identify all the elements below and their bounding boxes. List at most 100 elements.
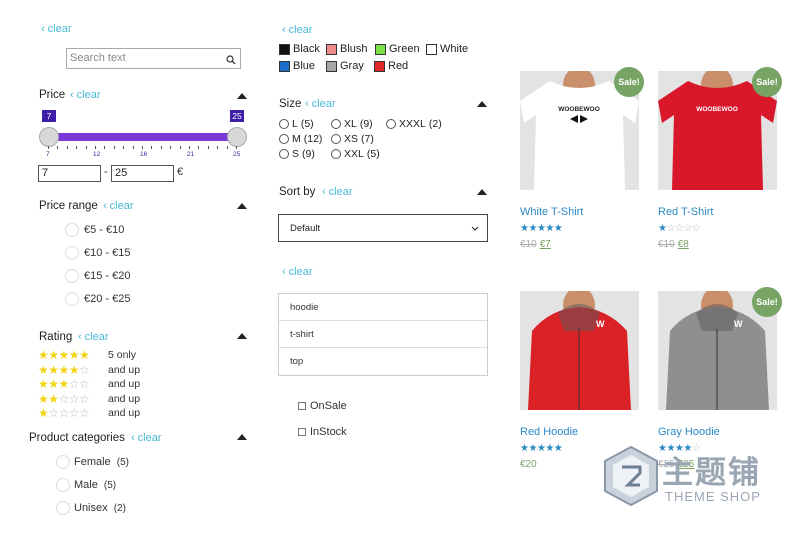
price-range-radio[interactable] — [65, 223, 79, 237]
size-radio[interactable] — [331, 119, 341, 129]
product-name-link[interactable]: Red T-Shirt — [658, 206, 713, 218]
rating-stars[interactable]: ★★★★☆ — [38, 364, 90, 376]
size-label[interactable]: L (5) — [292, 118, 314, 130]
rating-label[interactable]: 5 only — [108, 349, 136, 361]
price-range-label[interactable]: €10 - €15 — [84, 247, 130, 259]
rating-stars[interactable]: ★★★☆☆ — [38, 378, 90, 390]
product-rating: ★☆☆☆☆ — [658, 223, 701, 234]
price-range-label[interactable]: €20 - €25 — [84, 293, 130, 305]
size-label[interactable]: S (9) — [292, 148, 315, 160]
category-radio[interactable] — [56, 478, 70, 492]
rating-stars[interactable]: ★★★★★ — [38, 348, 90, 362]
rating-label[interactable]: and up — [108, 364, 140, 376]
color-swatch[interactable] — [326, 44, 337, 55]
category-label[interactable]: Male (5) — [74, 479, 116, 491]
tags-clear-link[interactable]: ‹ clear — [282, 266, 313, 278]
slider-tick-mark — [48, 146, 49, 149]
product-name-link[interactable]: White T-Shirt — [520, 206, 583, 218]
size-radio[interactable] — [279, 149, 289, 159]
color-swatch[interactable] — [326, 61, 337, 72]
size-collapse-icon[interactable] — [477, 101, 487, 107]
color-clear-link[interactable]: ‹ clear — [282, 24, 313, 36]
star-icon: ☆ — [683, 223, 692, 234]
price-range-collapse-icon[interactable] — [237, 203, 247, 209]
slider-max-handle[interactable] — [227, 127, 247, 147]
size-radio[interactable] — [386, 119, 396, 129]
category-label[interactable]: Unisex (2) — [74, 502, 126, 514]
tick-label: 7 — [46, 151, 50, 158]
price-clear-link[interactable]: ‹ clear — [70, 89, 101, 101]
color-label[interactable]: Red — [388, 60, 408, 72]
size-radio[interactable] — [279, 119, 289, 129]
tag-item[interactable]: hoodie — [279, 294, 487, 321]
instock-checkbox[interactable] — [298, 428, 306, 436]
size-clear-link[interactable]: ‹ clear — [305, 98, 336, 110]
search-icon[interactable] — [226, 55, 236, 65]
slider-tick-mark — [66, 146, 68, 149]
size-label[interactable]: XXL (5) — [344, 148, 380, 160]
color-swatch[interactable] — [279, 61, 290, 72]
price-range-radio[interactable] — [65, 246, 79, 260]
product-name-link[interactable]: Red Hoodie — [520, 426, 578, 438]
size-label[interactable]: XXXL (2) — [399, 118, 442, 130]
color-label[interactable]: Blush — [340, 43, 368, 55]
price-range-label[interactable]: €15 - €20 — [84, 270, 130, 282]
rating-label[interactable]: and up — [108, 378, 140, 390]
product-name-link[interactable]: Gray Hoodie — [658, 426, 720, 438]
color-swatch[interactable] — [426, 44, 437, 55]
color-swatch[interactable] — [375, 44, 386, 55]
size-label[interactable]: XL (9) — [344, 118, 373, 130]
star-icon: ★ — [58, 348, 70, 362]
price-range-label[interactable]: €5 - €10 — [84, 224, 124, 236]
star-icon: ☆ — [68, 391, 80, 406]
rating-collapse-icon[interactable] — [237, 333, 247, 339]
product-image[interactable]: W — [520, 291, 639, 410]
price-slider-track[interactable] — [47, 133, 237, 141]
color-swatch[interactable] — [374, 61, 385, 72]
rating-label[interactable]: and up — [108, 407, 140, 419]
onsale-label[interactable]: OnSale — [310, 400, 347, 412]
chevron-left-icon: ‹ — [78, 331, 82, 343]
instock-label[interactable]: InStock — [310, 426, 347, 438]
categories-collapse-icon[interactable] — [237, 434, 247, 440]
category-radio[interactable] — [56, 455, 70, 469]
tag-item[interactable]: t-shirt — [279, 321, 487, 348]
sort-collapse-icon[interactable] — [477, 189, 487, 195]
size-radio[interactable] — [279, 134, 289, 144]
categories-clear-link[interactable]: ‹ clear — [131, 432, 162, 444]
color-label[interactable]: Gray — [340, 60, 364, 72]
categories-title: Product categories — [29, 432, 125, 444]
size-label[interactable]: M (12) — [292, 133, 322, 145]
color-label[interactable]: Black — [293, 43, 320, 55]
category-label[interactable]: Female (5) — [74, 456, 129, 468]
search-input[interactable] — [67, 49, 217, 67]
color-label[interactable]: Blue — [293, 60, 315, 72]
price-range-clear-link[interactable]: ‹ clear — [103, 200, 134, 212]
price-range-radio[interactable] — [65, 269, 79, 283]
onsale-checkbox[interactable] — [298, 402, 306, 410]
size-label[interactable]: XS (7) — [344, 133, 374, 145]
chevron-left-icon: ‹ — [282, 266, 286, 278]
rating-clear-link[interactable]: ‹ clear — [78, 331, 109, 343]
sort-select[interactable]: Default — [278, 214, 488, 242]
slider-min-handle[interactable] — [39, 127, 59, 147]
price-max-input[interactable]: 25 — [111, 165, 174, 182]
search-clear-link[interactable]: ‹ clear — [41, 23, 72, 35]
price-min-input[interactable]: 7 — [38, 165, 101, 182]
price-range-radio[interactable] — [65, 292, 79, 306]
sort-clear-link[interactable]: ‹ clear — [322, 186, 353, 198]
color-label[interactable]: White — [440, 43, 468, 55]
rating-stars[interactable]: ★☆☆☆☆ — [38, 407, 90, 419]
color-label[interactable]: Green — [389, 43, 420, 55]
price-collapse-icon[interactable] — [237, 93, 247, 99]
rating-label[interactable]: and up — [108, 393, 140, 405]
size-radio[interactable] — [331, 134, 341, 144]
rating-stars[interactable]: ★★☆☆☆ — [38, 391, 90, 406]
slider-tick-mark — [123, 146, 125, 149]
category-radio[interactable] — [56, 501, 70, 515]
sale-price: €8 — [677, 239, 689, 250]
color-swatch[interactable] — [279, 44, 290, 55]
sort-title: Sort by — [279, 186, 316, 198]
tag-item[interactable]: top — [279, 348, 487, 375]
size-radio[interactable] — [331, 149, 341, 159]
